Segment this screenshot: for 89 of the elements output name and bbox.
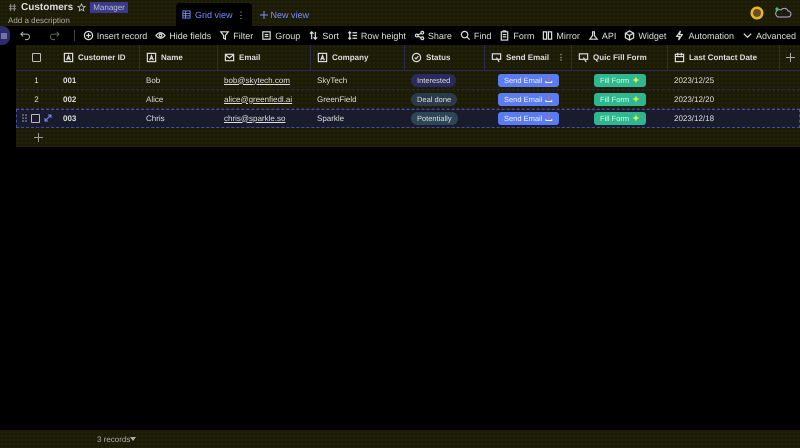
find-button[interactable]: Find <box>456 30 496 41</box>
record-count[interactable]: 3 records <box>97 434 130 444</box>
row-number: 1 <box>34 76 39 84</box>
hash-icon <box>8 3 17 12</box>
description-field[interactable]: Add a description <box>8 16 176 25</box>
sort-icon <box>308 30 320 41</box>
row-height-icon <box>346 30 358 41</box>
drag-handle-icon[interactable] <box>22 114 26 122</box>
upload-icon <box>545 114 553 122</box>
table-cell: 2023/12/20 <box>674 94 714 104</box>
table-cell: Alice <box>146 94 164 104</box>
list-icon <box>261 30 272 41</box>
mirror-icon <box>542 30 554 41</box>
lightning-icon <box>674 30 686 41</box>
column-header[interactable]: Quic Fill Form <box>572 45 668 70</box>
filter-icon <box>219 30 230 41</box>
form-button[interactable]: Form <box>495 30 538 41</box>
email-link[interactable]: bob@skytech.com <box>224 76 290 84</box>
new-view-button[interactable]: New view <box>252 3 318 26</box>
table-cell: 2023/12/25 <box>674 76 714 84</box>
cursor-button-icon <box>491 52 502 63</box>
column-header[interactable]: Company <box>311 45 405 70</box>
text-field-icon <box>146 52 157 63</box>
filter-button[interactable]: Filter <box>215 30 258 41</box>
eye-icon <box>155 30 166 41</box>
column-header[interactable]: Name <box>140 45 218 70</box>
email-link[interactable]: chris@sparkle.so <box>224 114 286 122</box>
chevron-down-icon <box>742 30 753 41</box>
flask-icon <box>588 30 599 41</box>
mirror-button[interactable]: Mirror <box>538 30 584 41</box>
hide-fields-button[interactable]: Hide fields <box>151 30 216 41</box>
avatar-icon[interactable] <box>750 6 764 20</box>
column-header[interactable]: Last Contact Date <box>668 45 780 70</box>
table-cell: Chris <box>146 114 165 122</box>
table-cell: 2023/12/18 <box>674 114 714 122</box>
table-cell: GreenField <box>317 94 357 104</box>
row-checkbox[interactable] <box>30 114 40 122</box>
add-row-icon[interactable] <box>34 133 43 142</box>
share-button[interactable]: Share <box>410 30 456 41</box>
upload-icon <box>545 76 553 84</box>
cloud-icon[interactable] <box>774 6 792 20</box>
row-number: 2 <box>34 94 39 104</box>
upload-icon <box>545 95 553 103</box>
widget-button[interactable]: Widget <box>620 30 670 41</box>
grid-icon <box>182 10 191 19</box>
row-height-button[interactable]: Row height <box>342 30 410 41</box>
text-field-icon <box>317 52 328 63</box>
mail-icon <box>224 52 235 63</box>
column-header[interactable]: Send Email ⋮ <box>485 45 572 70</box>
caret-down-icon[interactable] <box>130 436 136 442</box>
api-button[interactable]: API <box>584 30 620 41</box>
table-cell: Sparkle <box>317 114 344 122</box>
clipboard-icon <box>499 30 510 41</box>
sort-button[interactable]: Sort <box>304 30 343 41</box>
expand-icon[interactable] <box>44 114 52 122</box>
cursor-button-icon <box>578 52 589 63</box>
view-tab[interactable]: Grid view ⋮ <box>176 3 252 26</box>
email-link[interactable]: alice@greenfiedl.ai <box>224 94 292 104</box>
sparkle-icon <box>632 76 640 84</box>
plus-circle-icon <box>82 30 94 41</box>
search-icon <box>460 30 471 41</box>
sparkle-icon <box>632 95 640 103</box>
view-menu-icon[interactable]: ⋮ <box>236 10 246 20</box>
insert-record-button[interactable]: Insert record <box>78 30 152 41</box>
sparkle-icon <box>632 114 640 122</box>
table-cell: 002 <box>63 94 76 104</box>
select-all-checkbox[interactable] <box>32 53 41 62</box>
star-icon[interactable] <box>77 3 86 12</box>
role-badge: Manager <box>90 2 128 13</box>
table-cell: Bob <box>146 76 160 84</box>
automation-button[interactable]: Automation <box>670 30 738 41</box>
calendar-icon <box>674 52 685 63</box>
column-header[interactable]: Status <box>405 45 485 70</box>
column-menu-icon[interactable]: ⋮ <box>557 53 565 62</box>
plus-icon <box>260 10 268 18</box>
group-button[interactable]: Group <box>257 30 304 41</box>
table-cell: 003 <box>63 114 76 122</box>
share-icon <box>414 30 425 41</box>
column-header[interactable]: Customer ID <box>57 45 140 70</box>
text-field-icon <box>63 52 74 63</box>
column-header[interactable]: Email <box>218 45 311 70</box>
table-cell: SkyTech <box>317 76 348 84</box>
advanced-button[interactable]: Advanced <box>738 30 800 41</box>
cube-icon <box>624 30 636 41</box>
sidebar-toggle-icon[interactable] <box>0 26 10 45</box>
add-column-icon[interactable] <box>786 53 794 62</box>
table-cell: 001 <box>63 76 76 84</box>
check-circle-icon <box>411 52 422 63</box>
table-title: Customers <box>21 2 74 13</box>
